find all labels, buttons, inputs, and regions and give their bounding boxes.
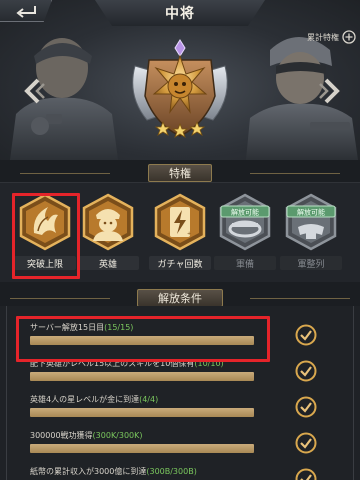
lightning-card-icon: +	[154, 193, 206, 251]
divider	[10, 298, 110, 299]
progress-bar	[30, 372, 254, 381]
checkmark-circle-icon	[295, 324, 317, 346]
condition-text: 英雄4人の星レベルが金に到達(4/4)	[30, 395, 159, 404]
cumulative-label: 累計特権	[307, 32, 339, 42]
rank-emblem-icon	[132, 39, 228, 138]
formation-icon: 解放可能	[285, 193, 337, 251]
progress-fill	[30, 408, 254, 417]
condition-text: 紙幣の累計収入が3000億に到達(300B/300B)	[30, 467, 197, 476]
privileges-panel: 突破上限 英雄 + ガチャ回数 解放可能 軍備 解放可能 軍整列	[0, 182, 360, 282]
privilege-item-gacha[interactable]: + ガチャ回数	[145, 193, 215, 281]
rank-title: 中将	[95, 0, 265, 26]
divider	[6, 306, 7, 480]
back-button[interactable]	[0, 0, 52, 22]
flame-claw-icon	[19, 193, 71, 251]
progress-bar	[30, 444, 254, 453]
condition-item: サーバー解放15日目(15/15)	[30, 322, 330, 358]
checkmark-circle-icon	[295, 468, 317, 480]
condition-progress: (300B/300B)	[146, 467, 197, 476]
condition-item: 紙幣の累計収入が3000億に到達(300B/300B)	[30, 466, 330, 480]
progress-fill	[30, 336, 254, 345]
checkmark-circle-icon	[295, 360, 317, 382]
condition-item: 英雄4人の星レベルが金に到達(4/4)	[30, 394, 330, 430]
progress-bar	[30, 408, 254, 417]
conditions-header: 解放条件	[0, 288, 360, 308]
chevron-left-icon[interactable]	[22, 78, 46, 104]
unlockable-badge: 解放可能	[297, 208, 325, 217]
condition-progress: (4/4)	[139, 395, 159, 404]
condition-progress: (15/15)	[104, 323, 134, 332]
back-arrow-icon	[15, 5, 36, 18]
divider	[353, 306, 354, 480]
privilege-item-formation[interactable]: 解放可能 軍整列	[276, 193, 346, 281]
condition-text: 300000戦功獲得(300K/300K)	[30, 431, 143, 440]
rank-banner: 中将 累計特権	[0, 0, 360, 160]
plus-circle-icon	[342, 30, 356, 44]
condition-progress: (300K/300K)	[92, 431, 143, 440]
soldier-portrait-icon	[82, 193, 134, 251]
privilege-item-armament[interactable]: 解放可能 軍備	[210, 193, 280, 281]
privilege-label: ガチャ回数	[149, 256, 211, 270]
condition-progress: (10/10)	[194, 359, 224, 368]
condition-text: サーバー解放15日目(15/15)	[30, 323, 134, 332]
checkmark-circle-icon	[295, 432, 317, 454]
chevron-right-icon[interactable]	[318, 78, 342, 104]
privilege-label: 軍整列	[280, 256, 342, 270]
condition-item: 300000戦功獲得(300K/300K)	[30, 430, 330, 466]
privilege-label: 英雄	[77, 256, 139, 270]
privilege-item-hero[interactable]: 英雄	[73, 193, 143, 281]
progress-fill	[30, 444, 254, 453]
divider	[250, 298, 350, 299]
soldier-left-illustration	[10, 38, 118, 160]
conditions-title: 解放条件	[137, 289, 223, 307]
conditions-list: サーバー解放15日目(15/15) 配下英雄がレベル15以上のスキルを10個保有…	[0, 306, 360, 480]
checkmark-circle-icon	[295, 396, 317, 418]
armament-icon: 解放可能	[219, 193, 271, 251]
privilege-label: 軍備	[214, 256, 276, 270]
progress-bar	[30, 336, 254, 345]
condition-text: 配下英雄がレベル15以上のスキルを10個保有(10/10)	[30, 359, 224, 368]
condition-item: 配下英雄がレベル15以上のスキルを10個保有(10/10)	[30, 358, 330, 394]
privileges-header: 特権	[0, 163, 360, 183]
divider	[20, 173, 110, 174]
privileges-title: 特権	[148, 164, 212, 182]
divider	[250, 173, 340, 174]
privilege-item-breakthrough[interactable]: 突破上限	[10, 193, 80, 281]
cumulative-privileges-button[interactable]: 累計特権	[307, 30, 356, 44]
progress-fill	[30, 372, 254, 381]
unlockable-badge: 解放可能	[231, 208, 259, 217]
privilege-label: 突破上限	[14, 256, 76, 270]
svg-text:+: +	[187, 231, 191, 237]
